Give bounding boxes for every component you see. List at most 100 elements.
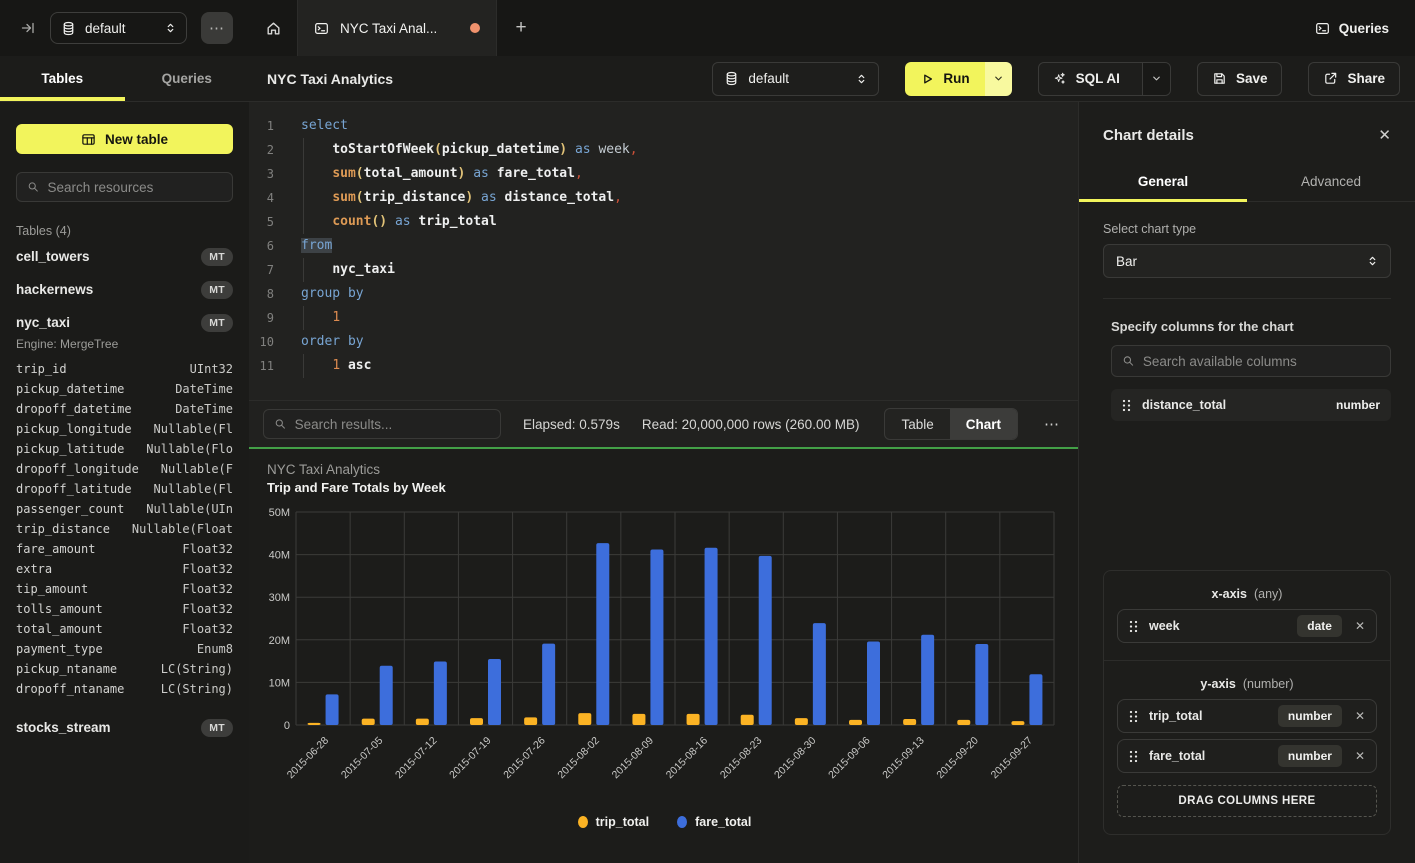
column-row[interactable]: pickup_longitudeNullable(Fl xyxy=(16,419,233,439)
svg-text:2015-09-27: 2015-09-27 xyxy=(989,735,1036,782)
line-number: 10 xyxy=(249,330,289,354)
table-row-hackernews[interactable]: hackernewsMT xyxy=(16,273,233,306)
sql-ai-button-group: SQL AI xyxy=(1038,62,1171,96)
drop-columns-zone[interactable]: DRAG COLUMNS HERE xyxy=(1117,785,1377,817)
svg-text:2015-08-16: 2015-08-16 xyxy=(664,735,711,782)
save-label: Save xyxy=(1236,71,1268,86)
code-line: 10order by xyxy=(249,330,1078,354)
chart-title: NYC Taxi Analytics xyxy=(267,462,1062,477)
column-row[interactable]: tolls_amountFloat32 xyxy=(16,599,233,619)
topbar-left: default ⋯ xyxy=(0,0,249,56)
query-database-selector[interactable]: default xyxy=(712,62,879,96)
svg-text:2015-06-28: 2015-06-28 xyxy=(285,735,332,782)
column-type: Nullable(Flo xyxy=(146,439,233,459)
x-axis-hint: (any) xyxy=(1254,587,1282,601)
table-row-nyc_taxi[interactable]: nyc_taxiMT xyxy=(16,306,233,339)
column-row[interactable]: dropoff_datetimeDateTime xyxy=(16,399,233,419)
run-button[interactable]: Run xyxy=(905,62,984,96)
tab-advanced[interactable]: Advanced xyxy=(1247,162,1415,201)
table-row-cell_towers[interactable]: cell_towersMT xyxy=(16,240,233,273)
svg-text:2015-08-30: 2015-08-30 xyxy=(772,735,819,782)
column-type: Nullable(F xyxy=(161,459,233,479)
remove-column-button[interactable]: ✕ xyxy=(1355,709,1365,723)
run-button-label: Run xyxy=(943,71,969,86)
axis-column-chip-week[interactable]: weekdate✕ xyxy=(1117,609,1377,643)
available-column-chip[interactable]: distance_totalnumber xyxy=(1111,389,1391,421)
table-row-stocks_stream[interactable]: stocks_streamMT xyxy=(16,711,233,744)
topbar-more-button[interactable]: ⋯ xyxy=(201,12,233,44)
divider xyxy=(1103,298,1391,299)
column-row[interactable]: pickup_datetimeDateTime xyxy=(16,379,233,399)
close-panel-button[interactable]: ✕ xyxy=(1378,126,1391,144)
column-row[interactable]: trip_distanceNullable(Float xyxy=(16,519,233,539)
svg-text:0: 0 xyxy=(284,720,290,732)
axis-column-chip-fare_total[interactable]: fare_totalnumber✕ xyxy=(1117,739,1377,773)
collapse-sidebar-button[interactable] xyxy=(20,20,36,36)
code-line: 11 1 asc xyxy=(249,354,1078,378)
view-toggle-chart[interactable]: Chart xyxy=(950,409,1017,439)
y-axis-chips: trip_totalnumber✕ fare_totalnumber✕ xyxy=(1117,699,1377,773)
column-type: Nullable(Fl xyxy=(154,479,233,499)
columns-search[interactable] xyxy=(1111,345,1391,377)
column-row[interactable]: fare_amountFloat32 xyxy=(16,539,233,559)
column-row[interactable]: tip_amountFloat32 xyxy=(16,579,233,599)
code-line: 3 sum(total_amount) as fare_total, xyxy=(249,162,1078,186)
chart-details-title: Chart details xyxy=(1103,127,1194,144)
column-row[interactable]: payment_typeEnum8 xyxy=(16,639,233,659)
chart-panel: NYC Taxi Analytics Trip and Fare Totals … xyxy=(249,449,1078,863)
sql-ai-options-button[interactable] xyxy=(1142,63,1170,95)
svg-text:50M: 50M xyxy=(269,507,290,519)
run-options-button[interactable] xyxy=(985,62,1012,96)
column-row[interactable]: trip_idUInt32 xyxy=(16,359,233,379)
sql-editor[interactable]: 1select2 toStartOfWeek(pickup_datetime) … xyxy=(249,102,1078,400)
chart-type-select[interactable]: Bar xyxy=(1103,244,1391,278)
tab-nyc-taxi-analytics[interactable]: NYC Taxi Anal... xyxy=(297,0,497,56)
code-text: toStartOfWeek(pickup_datetime) as week, xyxy=(289,138,638,162)
results-search-input[interactable] xyxy=(295,417,490,432)
sidebar-search[interactable] xyxy=(16,172,233,202)
column-type: LC(String) xyxy=(161,659,233,679)
sidebar-tab-queries[interactable]: Queries xyxy=(125,56,250,101)
tab-general[interactable]: General xyxy=(1079,162,1247,201)
columns-search-input[interactable] xyxy=(1143,354,1380,369)
svg-text:2015-07-12: 2015-07-12 xyxy=(393,735,440,782)
remove-column-button[interactable]: ✕ xyxy=(1355,619,1365,633)
column-chip-type: number xyxy=(1336,398,1380,412)
save-button[interactable]: Save xyxy=(1197,62,1283,96)
sidebar-tab-tables[interactable]: Tables xyxy=(0,56,125,101)
legend-item-fare_total[interactable]: fare_total xyxy=(677,815,751,829)
remove-column-button[interactable]: ✕ xyxy=(1355,749,1365,763)
search-icon xyxy=(274,417,287,431)
view-toggle-table[interactable]: Table xyxy=(885,409,949,439)
column-type: DateTime xyxy=(175,379,233,399)
column-row[interactable]: dropoff_latitudeNullable(Fl xyxy=(16,479,233,499)
column-row[interactable]: pickup_latitudeNullable(Flo xyxy=(16,439,233,459)
database-icon xyxy=(61,21,76,36)
results-more-button[interactable]: ⋯ xyxy=(1040,415,1064,433)
main-area: 1select2 toStartOfWeek(pickup_datetime) … xyxy=(249,102,1078,863)
home-button[interactable] xyxy=(249,0,297,56)
new-tab-button[interactable]: + xyxy=(497,0,545,56)
sql-ai-button[interactable]: SQL AI xyxy=(1039,63,1133,95)
new-table-button[interactable]: New table xyxy=(16,124,233,154)
queries-button[interactable]: Queries xyxy=(1339,21,1389,36)
column-row[interactable]: dropoff_longitudeNullable(F xyxy=(16,459,233,479)
svg-text:2015-07-05: 2015-07-05 xyxy=(339,735,386,782)
column-row[interactable]: total_amountFloat32 xyxy=(16,619,233,639)
unsaved-dot xyxy=(470,23,480,33)
column-type: Float32 xyxy=(182,559,233,579)
column-row[interactable]: dropoff_ntanameLC(String) xyxy=(16,679,233,699)
column-row[interactable]: extraFloat32 xyxy=(16,559,233,579)
column-row[interactable]: pickup_ntanameLC(String) xyxy=(16,659,233,679)
axis-column-chip-trip_total[interactable]: trip_totalnumber✕ xyxy=(1117,699,1377,733)
rows-read: Read: 20,000,000 rows (260.00 MB) xyxy=(642,417,860,432)
sidebar-search-input[interactable] xyxy=(48,180,222,195)
share-button[interactable]: Share xyxy=(1308,62,1400,96)
topbar-database-selector[interactable]: default xyxy=(50,12,187,44)
run-button-group: Run xyxy=(905,62,1011,96)
column-row[interactable]: passenger_countNullable(UIn xyxy=(16,499,233,519)
column-name: dropoff_ntaname xyxy=(16,679,124,699)
results-search[interactable] xyxy=(263,409,501,439)
legend-item-trip_total[interactable]: trip_total xyxy=(578,815,649,829)
code-line: 1select xyxy=(249,114,1078,138)
